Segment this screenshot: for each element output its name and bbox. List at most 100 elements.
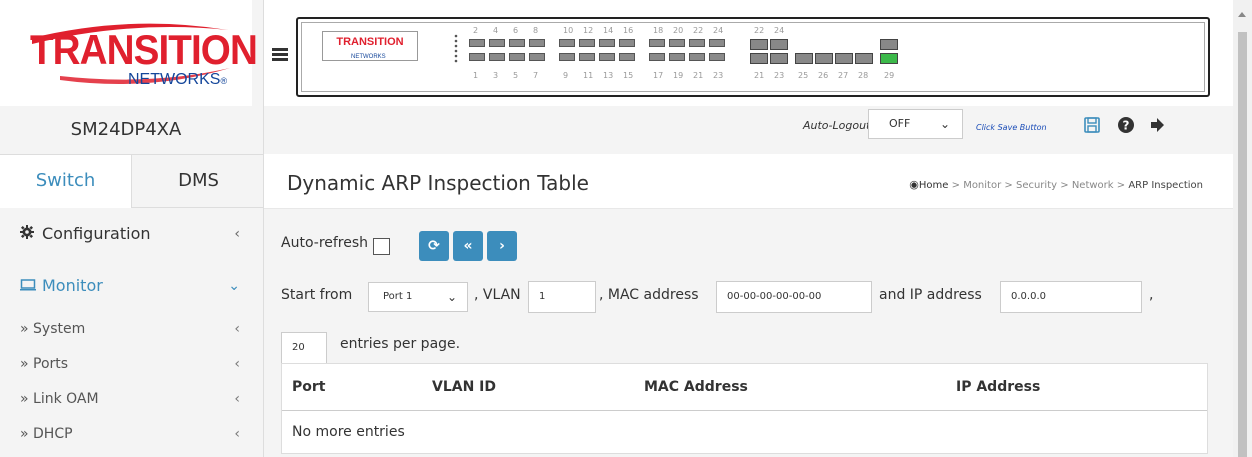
breadcrumb: ◉Home > Monitor > Security > Network > A… [909,178,1203,191]
breadcrumb-monitor[interactable]: Monitor [963,180,1001,191]
port[interactable] [750,39,768,50]
port[interactable] [559,53,575,61]
port[interactable] [770,53,788,64]
entries-per-page-label: entries per page. [340,336,461,352]
mac-address-input[interactable]: 00-00-00-00-00-00 [716,281,872,313]
vlan-label: , VLAN [474,287,521,303]
sidebar-item-configuration[interactable]: Configuration ‹ [0,208,264,260]
auto-logout-select[interactable]: OFF ⌄ [868,109,963,139]
port[interactable] [489,39,505,47]
page-scrollbar[interactable] [1233,0,1252,457]
auto-logout-value: OFF [889,117,911,130]
port[interactable] [599,53,615,61]
port[interactable] [469,53,485,61]
sidebar-item-monitor[interactable]: Monitor ⌄ [0,260,264,312]
port-number-label: 24 [774,26,785,35]
port-number-label: 17 [653,71,664,80]
port[interactable] [579,53,595,61]
port-number-label: 11 [583,71,594,80]
port[interactable] [619,39,635,47]
column-header-ip-address: IP Address [956,379,1041,395]
port[interactable] [750,53,768,64]
port-number-label: 25 [798,71,809,80]
table-empty-message: No more entries [292,424,405,440]
sidebar-subitem-link-oam-label: » Link OAM [20,391,99,407]
port[interactable] [619,53,635,61]
port[interactable] [489,53,505,61]
ip-address-input[interactable]: 0.0.0.0 [1000,281,1142,313]
port-led-column-icon [454,34,458,63]
port[interactable] [509,39,525,47]
sidebar-subitem-dhcp[interactable]: » DHCP ‹ [0,417,264,452]
chevron-down-icon: ⌄ [228,278,240,294]
entries-per-page-input[interactable]: 20 [281,332,327,364]
port[interactable] [509,53,525,61]
port[interactable] [669,53,685,61]
port[interactable] [649,53,665,61]
breadcrumb-home[interactable]: Home [919,180,949,191]
port[interactable] [709,53,725,61]
column-header-port: Port [292,379,326,395]
port[interactable] [529,39,545,47]
port-number-label: 8 [533,26,539,35]
breadcrumb-security[interactable]: Security [1016,180,1057,191]
first-page-button[interactable]: « [453,231,483,261]
vlan-input[interactable]: 1 [528,281,596,313]
auto-refresh-checkbox[interactable] [373,238,390,255]
port[interactable] [689,53,705,61]
port[interactable] [469,39,485,47]
port-active[interactable] [880,53,898,64]
port-number-label: 22 [693,26,704,35]
refresh-button[interactable]: ⟳ [419,231,449,261]
scroll-up-arrow-icon[interactable] [1238,12,1246,17]
port[interactable] [815,53,833,64]
scroll-thumb[interactable] [1238,32,1247,457]
column-header-mac-address: MAC Address [644,379,748,395]
port-select[interactable]: Port 1 ⌄ [368,282,468,312]
port-number-label: 22 [754,26,765,35]
port[interactable] [529,53,545,61]
ip-address-label: and IP address [879,287,982,303]
port-number-label: 15 [623,71,634,80]
port[interactable] [709,39,725,47]
port[interactable] [599,39,615,47]
port-number-label: 1 [473,71,479,80]
port-select-value: Port 1 [383,291,413,302]
device-name: SM24DP4XA [0,106,252,154]
port-number-label: 23 [774,71,785,80]
chevron-left-icon: ‹ [234,226,240,242]
breadcrumb-network[interactable]: Network [1072,180,1114,191]
port[interactable] [855,53,873,64]
logo[interactable]: TRANSITION NETWORKS® [0,0,258,106]
sidebar-subitem-system-label: » System [20,321,86,337]
sidebar-item-monitor-label: Monitor [42,276,103,295]
port[interactable] [835,53,853,64]
port[interactable] [795,53,813,64]
gear-icon [20,208,36,260]
port[interactable] [649,39,665,47]
port[interactable] [770,39,788,50]
sidebar-subitem-ports[interactable]: » Ports ‹ [0,347,264,382]
next-page-button[interactable]: › [487,231,517,261]
port[interactable] [579,39,595,47]
save-icon[interactable] [1082,116,1102,136]
port[interactable] [689,39,705,47]
logo-subtitle: NETWORKS® [128,71,227,89]
help-icon[interactable]: ? [1116,116,1136,136]
port[interactable] [559,39,575,47]
start-from-label: Start from [281,287,353,303]
port-number-label: 19 [673,71,684,80]
click-save-link[interactable]: Click Save Button [976,123,1047,132]
sidebar-subitem-system[interactable]: » System ‹ [0,312,264,347]
device-panel-inner: TRANSITION NETWORKS 2 4 6 8 10 12 14 16 18 20 22 24 2… [301,22,1205,92]
logo-reg-mark: ® [220,76,228,86]
chevron-down-icon: ⌄ [939,117,950,131]
panel-logo-sub: NETWORKS [351,54,386,60]
hamburger-menu-icon[interactable] [272,48,288,62]
tab-dms[interactable]: DMS [133,155,264,208]
port[interactable] [880,39,898,50]
logout-icon[interactable] [1148,116,1168,136]
tab-switch[interactable]: Switch [0,155,132,208]
sidebar-subitem-link-oam[interactable]: » Link OAM ‹ [0,382,264,417]
port[interactable] [669,39,685,47]
